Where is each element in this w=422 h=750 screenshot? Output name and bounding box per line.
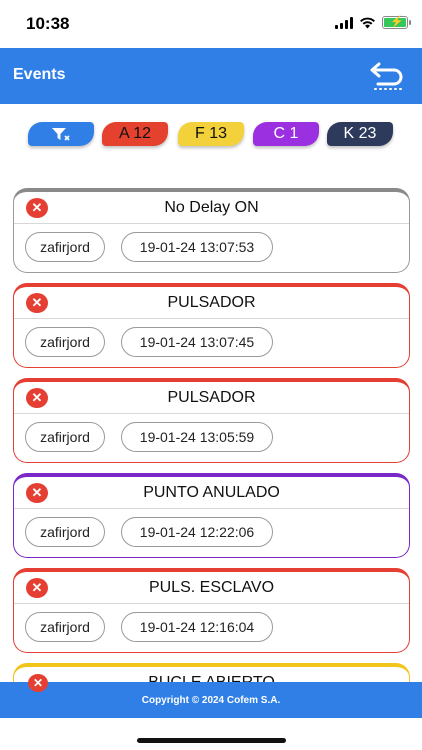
home-area (0, 718, 422, 750)
event-card: ✕ PUNTO ANULADO zafirjord 19-01-24 12:22… (13, 473, 410, 558)
wifi-icon (360, 17, 375, 28)
filter-chip-c[interactable]: C 1 (253, 122, 319, 146)
event-user: zafirjord (25, 612, 105, 642)
copyright-text: Copyright © 2024 Cofem S.A. (141, 694, 281, 706)
page-title: Events (13, 66, 66, 83)
filter-chip-k[interactable]: K 23 (327, 122, 393, 146)
event-title: PULS. ESCLAVO (148, 579, 275, 596)
event-card: ✕ PULSADOR zafirjord 19-01-24 13:07:45 (13, 283, 410, 368)
event-card-header: ✕ No Delay ON (14, 192, 409, 224)
signal-icon (335, 16, 353, 29)
home-indicator[interactable] (137, 738, 286, 743)
event-card: BUCLE ABIERTO (13, 663, 410, 682)
event-card: ✕ No Delay ON zafirjord 19-01-24 13:07:5… (13, 188, 410, 273)
event-title: PULSADOR (167, 389, 256, 406)
event-title: PUNTO ANULADO (143, 484, 280, 501)
event-card-header: ✕ PULSADOR (14, 287, 409, 319)
back-button[interactable] (368, 56, 408, 94)
status-icons: ⚡ (335, 16, 411, 29)
filter-bar: A 12 F 13 C 1 K 23 (0, 104, 422, 182)
event-datetime: 19-01-24 13:05:59 (121, 422, 273, 452)
event-user: zafirjord (25, 517, 105, 547)
status-time: 10:38 (26, 14, 70, 33)
event-card-header: ✕ PULS. ESCLAVO (14, 572, 409, 604)
event-card: ✕ PULSADOR zafirjord 19-01-24 13:05:59 (13, 378, 410, 463)
event-datetime: 19-01-24 12:16:04 (121, 612, 273, 642)
battery-icon: ⚡ (382, 16, 411, 29)
filter-chip-a[interactable]: A 12 (102, 122, 168, 146)
status-bar: 10:38 ⚡ (0, 0, 422, 48)
event-card-header: ✕ PULSADOR (14, 382, 409, 414)
event-user: zafirjord (25, 327, 105, 357)
filter-chip-f[interactable]: F 13 (178, 122, 244, 146)
event-title: PULSADOR (167, 294, 256, 311)
event-user: zafirjord (25, 422, 105, 452)
footer: Copyright © 2024 Cofem S.A. (0, 682, 422, 718)
undo-arrow-icon (370, 62, 403, 90)
filter-button[interactable] (28, 122, 94, 146)
event-title: BUCLE ABIERTO (14, 674, 409, 682)
event-datetime: 19-01-24 12:22:06 (121, 517, 273, 547)
event-user: zafirjord (25, 232, 105, 262)
event-card: ✕ PULS. ESCLAVO zafirjord 19-01-24 12:16… (13, 568, 410, 653)
event-card-header: ✕ PUNTO ANULADO (14, 477, 409, 509)
event-card-header: BUCLE ABIERTO (14, 667, 409, 682)
app-header: Events (0, 48, 422, 104)
event-title: No Delay ON (164, 199, 259, 216)
event-list[interactable]: ✕ No Delay ON zafirjord 19-01-24 13:07:5… (0, 182, 422, 682)
event-datetime: 19-01-24 13:07:53 (121, 232, 273, 262)
delete-button[interactable]: ✕ (28, 674, 48, 692)
filter-clear-icon (52, 128, 70, 141)
close-icon: ✕ (32, 676, 44, 690)
event-datetime: 19-01-24 13:07:45 (121, 327, 273, 357)
